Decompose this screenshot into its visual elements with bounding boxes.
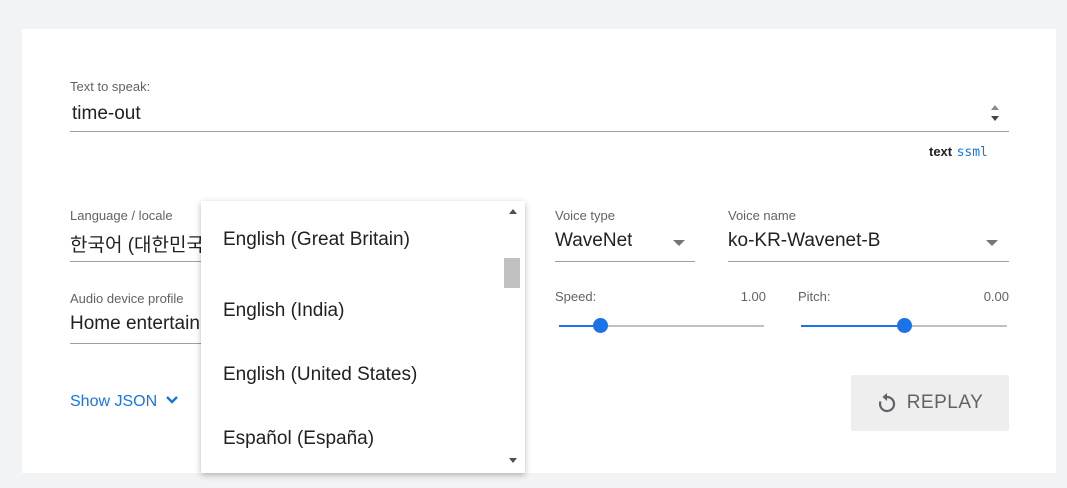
pitch-slider-thumb[interactable] bbox=[897, 318, 912, 333]
voice-name-select[interactable]: ko-KR-Wavenet-B bbox=[728, 230, 880, 252]
speed-slider[interactable] bbox=[559, 318, 764, 333]
pitch-slider[interactable] bbox=[801, 318, 1007, 333]
voice-name-label: Voice name bbox=[728, 208, 796, 223]
show-json-link[interactable]: Show JSON bbox=[70, 393, 179, 411]
mode-ssml-option[interactable]: ssml bbox=[957, 145, 988, 160]
language-dropdown-menu: English (Great Britain) English (India) En… bbox=[201, 201, 525, 473]
chevron-down-icon bbox=[165, 396, 178, 404]
scroll-up-icon[interactable] bbox=[509, 209, 517, 214]
spinner-down-icon[interactable] bbox=[991, 116, 999, 121]
scroll-down-icon[interactable] bbox=[509, 458, 517, 463]
voice-name-underline bbox=[728, 261, 1009, 262]
text-input-spinner[interactable] bbox=[989, 101, 1001, 127]
voice-type-underline bbox=[555, 261, 695, 262]
tts-demo-card: Text to speak: time-out text ssml Langua… bbox=[22, 29, 1056, 473]
language-option[interactable]: English (Great Britain) bbox=[201, 201, 501, 279]
pitch-value: 0.00 bbox=[983, 289, 1009, 304]
replay-icon bbox=[878, 393, 895, 413]
text-to-speak-input[interactable]: time-out bbox=[72, 103, 972, 125]
text-to-speak-label: Text to speak: bbox=[70, 79, 151, 94]
voice-type-label: Voice type bbox=[555, 208, 615, 223]
scrollbar-thumb[interactable] bbox=[504, 258, 520, 288]
speed-label: Speed: bbox=[555, 289, 597, 304]
voice-type-select[interactable]: WaveNet bbox=[555, 230, 632, 252]
spinner-up-icon[interactable] bbox=[991, 105, 999, 110]
replay-button[interactable]: REPLAY bbox=[851, 375, 1009, 431]
mode-text-option[interactable]: text bbox=[929, 144, 952, 159]
dropdown-scrollbar[interactable] bbox=[501, 201, 525, 473]
input-mode-toggle: text ssml bbox=[929, 143, 988, 161]
pitch-label: Pitch: bbox=[798, 289, 831, 304]
language-option[interactable]: English (India) bbox=[201, 279, 501, 343]
speed-slider-thumb[interactable] bbox=[593, 318, 608, 333]
replay-label: REPLAY bbox=[906, 392, 984, 413]
voice-type-dropdown-icon[interactable] bbox=[673, 240, 685, 246]
language-options-list: English (Great Britain) English (India) En… bbox=[201, 201, 501, 471]
pitch-slider-fill bbox=[801, 325, 904, 327]
show-json-label: Show JSON bbox=[70, 393, 158, 410]
voice-name-dropdown-icon[interactable] bbox=[986, 240, 998, 246]
language-option[interactable]: English (United States) bbox=[201, 343, 501, 407]
language-option[interactable]: Español (España) bbox=[201, 407, 501, 471]
text-input-underline bbox=[70, 131, 1009, 132]
speed-value: 1.00 bbox=[740, 289, 766, 304]
